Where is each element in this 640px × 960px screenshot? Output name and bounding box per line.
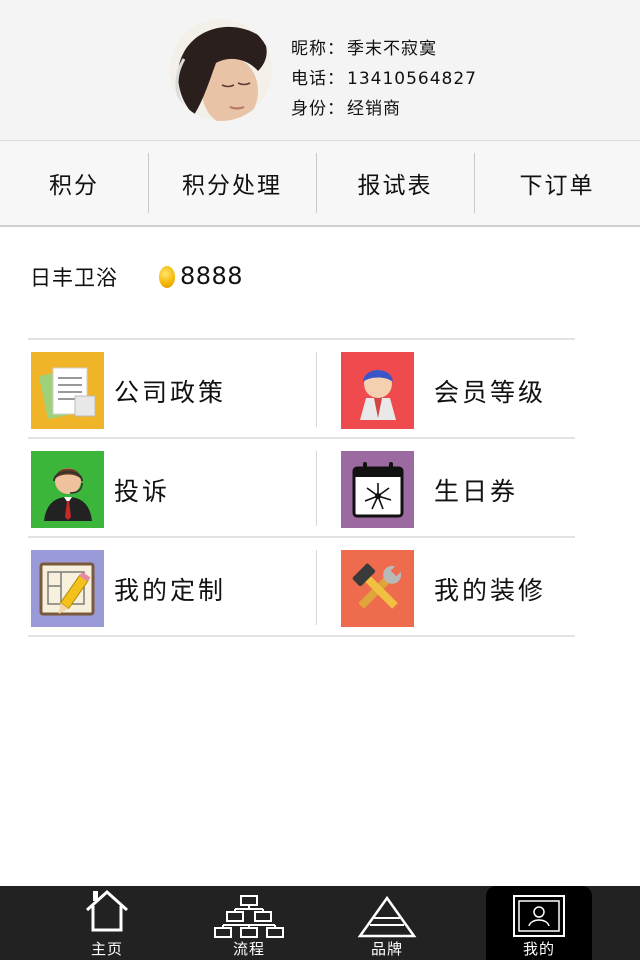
coin-icon <box>159 266 175 288</box>
tab-bar: 积分 积分处理 报试表 下订单 <box>0 141 640 227</box>
tab-points-processing[interactable]: 积分处理 <box>148 141 316 225</box>
birthday-coupon-item[interactable]: 生日券 <box>341 451 518 528</box>
store-name: 日丰卫浴 <box>30 266 118 290</box>
profile-info: 昵称： 季末不寂寞 电话： 13410564827 身份： 经销商 <box>291 34 477 124</box>
phone-value: 13410564827 <box>347 69 477 89</box>
tab-points[interactable]: 积分 <box>0 141 148 225</box>
phone-row: 电话： 13410564827 <box>291 64 477 94</box>
my-renovation-label: 我的装修 <box>434 575 547 605</box>
nav-process-label: 流程 <box>232 940 265 958</box>
brand-triangle-icon <box>357 895 417 938</box>
feature-grid: 公司政策 会员等级 投诉 生日券 我的定制 我的装修 <box>28 338 575 637</box>
role-label: 身份： <box>291 99 345 119</box>
avatar[interactable] <box>170 19 272 121</box>
tab-trial-report[interactable]: 报试表 <box>316 141 474 225</box>
nav-brand-label: 品牌 <box>370 940 403 958</box>
complaint-item[interactable]: 投诉 <box>31 451 170 528</box>
birthday-coupon-label: 生日券 <box>434 476 519 506</box>
member-level-label: 会员等级 <box>434 377 547 407</box>
nav-home[interactable]: 主页 <box>54 886 160 960</box>
grid-row: 公司政策 会员等级 <box>28 340 575 439</box>
complaint-label: 投诉 <box>114 476 171 506</box>
company-policy-item[interactable]: 公司政策 <box>31 352 226 429</box>
member-avatar-icon <box>341 352 414 429</box>
calendar-fireworks-icon <box>341 451 414 528</box>
nickname-value: 季末不寂寞 <box>347 39 437 59</box>
nickname-label: 昵称： <box>291 39 345 59</box>
my-customization-item[interactable]: 我的定制 <box>31 550 226 627</box>
nickname-row: 昵称： 季末不寂寞 <box>291 34 477 64</box>
my-customization-label: 我的定制 <box>114 575 227 605</box>
nav-mine-label: 我的 <box>522 940 555 958</box>
points-value: 8888 <box>180 262 244 290</box>
hammer-wrench-icon <box>341 550 414 627</box>
nav-process[interactable]: 流程 <box>196 886 302 960</box>
customer-service-icon <box>31 451 104 528</box>
folder-documents-icon <box>31 352 104 429</box>
flowchart-icon <box>214 895 284 938</box>
grid-row: 我的定制 我的装修 <box>28 538 575 637</box>
my-renovation-item[interactable]: 我的装修 <box>341 550 546 627</box>
bottom-nav: 主页 流程 品牌 我的 <box>0 886 640 960</box>
member-level-item[interactable]: 会员等级 <box>341 352 546 429</box>
company-policy-label: 公司政策 <box>114 377 227 407</box>
profile-card-icon <box>513 895 565 937</box>
tab-place-order[interactable]: 下订单 <box>474 141 640 225</box>
role-row: 身份： 经销商 <box>291 94 477 124</box>
blueprint-pencil-icon <box>31 550 104 627</box>
phone-label: 电话： <box>291 69 345 89</box>
nav-home-label: 主页 <box>90 940 123 958</box>
profile-header: 昵称： 季末不寂寞 电话： 13410564827 身份： 经销商 <box>0 0 640 141</box>
home-icon <box>85 889 129 932</box>
nav-brand[interactable]: 品牌 <box>334 886 440 960</box>
nav-mine[interactable]: 我的 <box>486 886 592 960</box>
grid-row: 投诉 生日券 <box>28 439 575 538</box>
role-value: 经销商 <box>347 99 401 119</box>
